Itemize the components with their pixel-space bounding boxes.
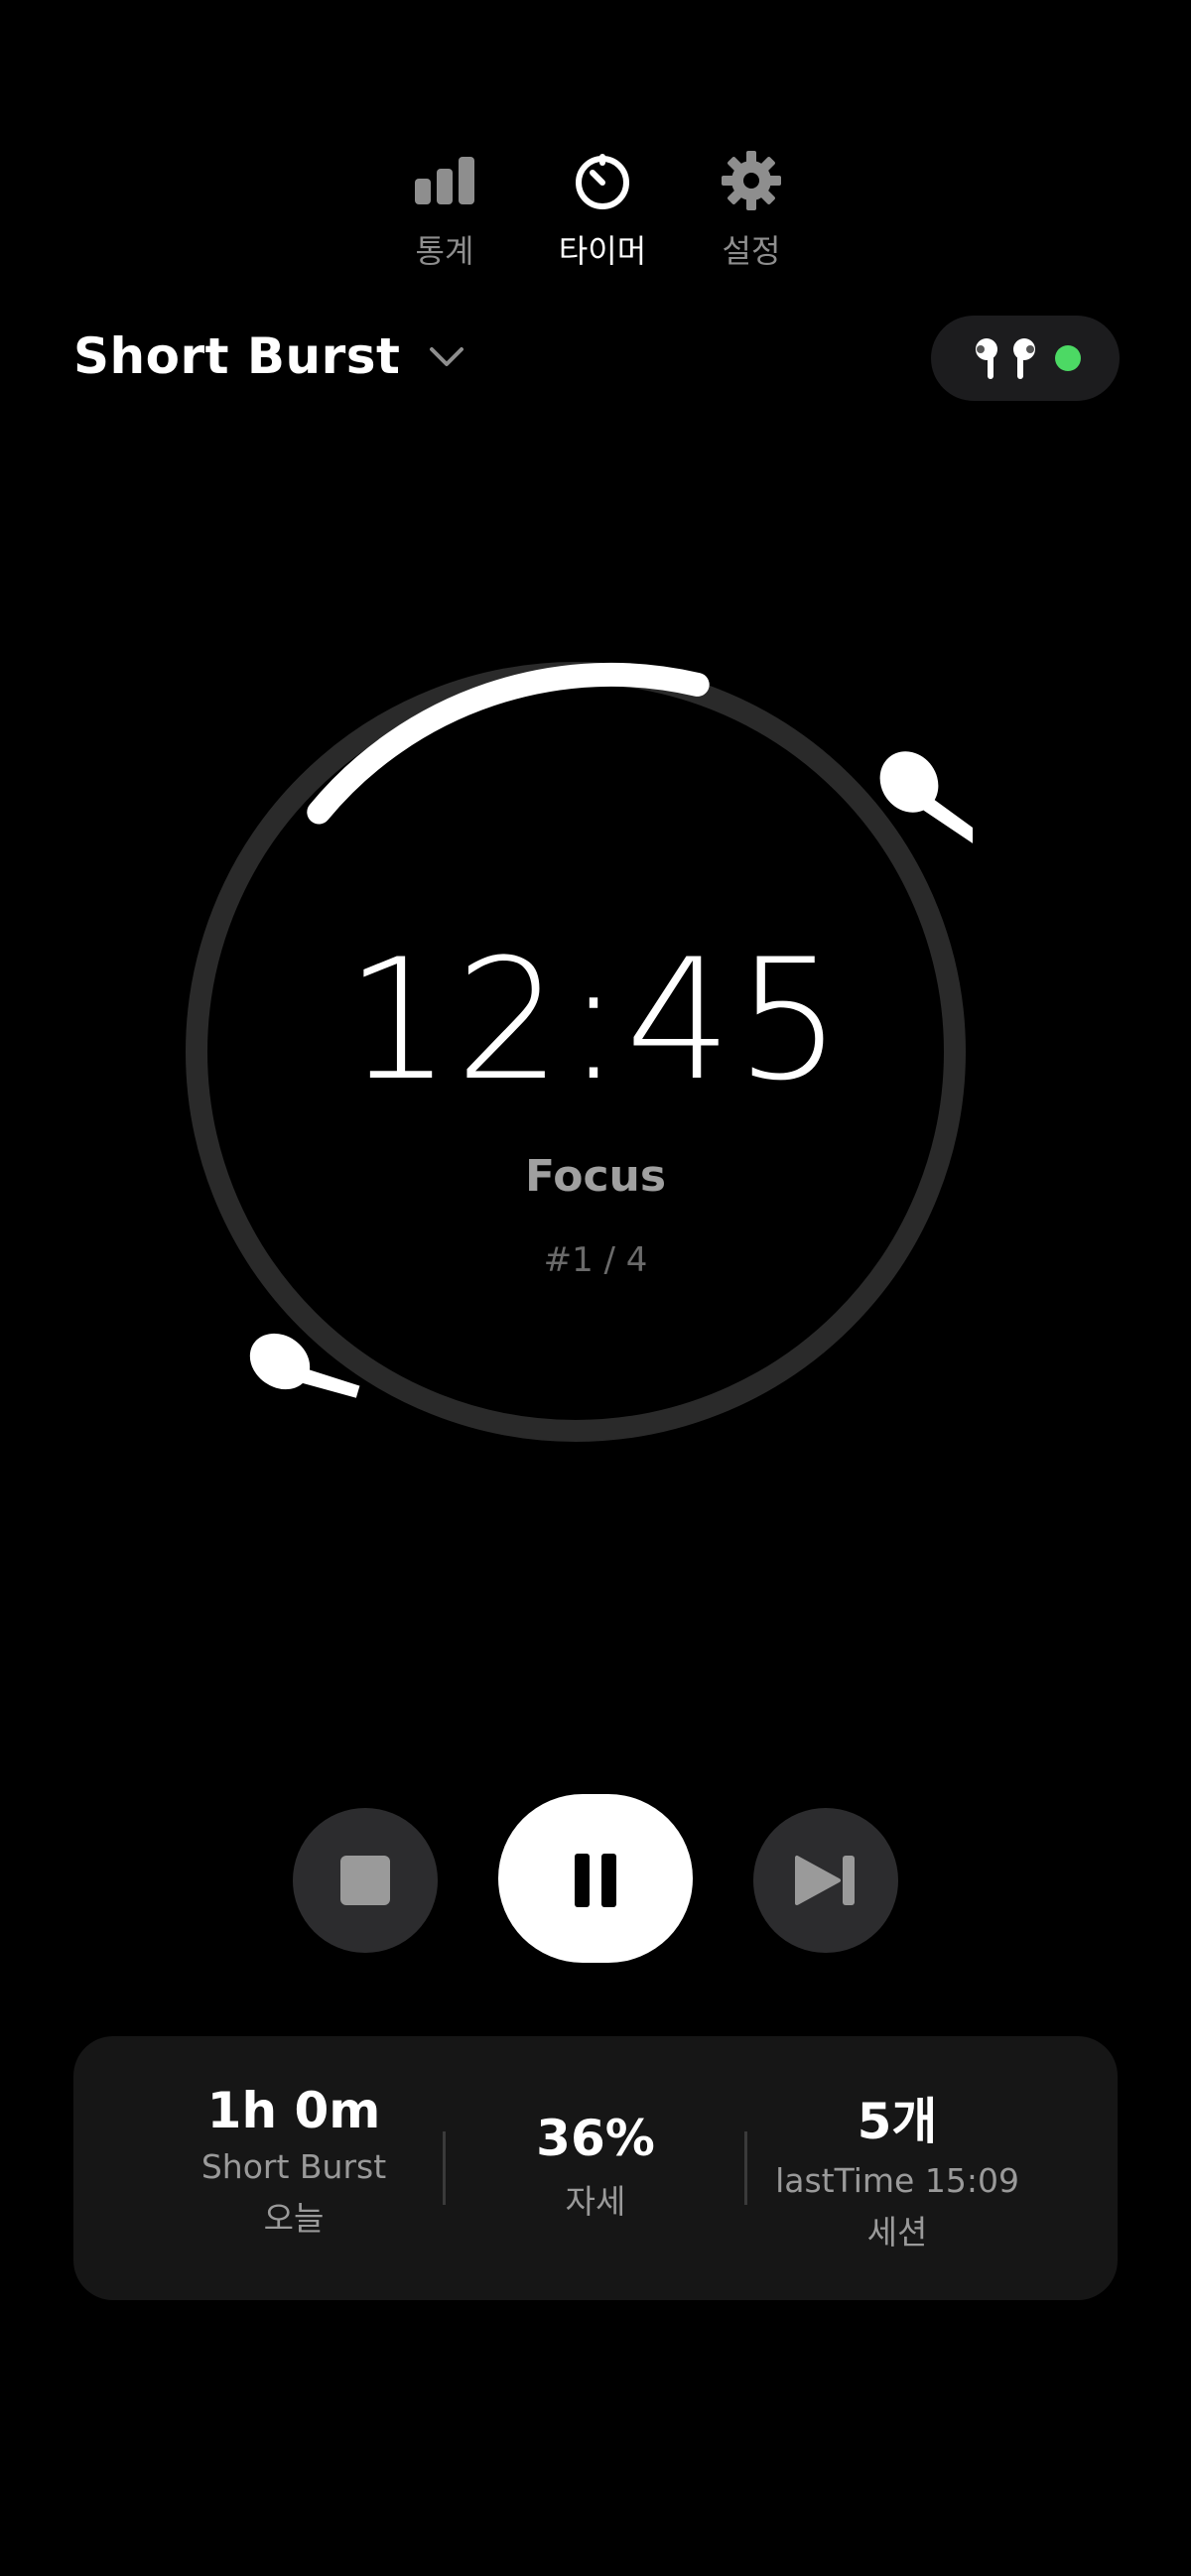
stat-today-label: 오늘: [263, 2199, 325, 2238]
tab-stats-label: 통계: [415, 232, 474, 270]
tab-timer[interactable]: 타이머: [533, 149, 672, 272]
stop-button[interactable]: [293, 1808, 438, 1953]
stat-today-total: 1h 0m: [206, 2082, 381, 2139]
stat-divider: [443, 2131, 446, 2205]
stat-divider: [744, 2131, 747, 2205]
right-earbud-marker: [879, 751, 973, 845]
connection-status-dot: [1055, 345, 1081, 371]
skip-forward-icon: [795, 1856, 855, 1905]
tab-timer-label: 타이머: [558, 232, 647, 270]
device-status-pill[interactable]: [931, 316, 1120, 401]
timer-icon: [576, 154, 629, 209]
stat-today-preset: Short Burst: [200, 2147, 387, 2186]
stat-sessions-last: lastTime 15:09: [775, 2161, 1019, 2200]
stat-sessions-value: 5개: [857, 2093, 938, 2150]
session-counter: #1 / 4: [543, 1240, 648, 1280]
top-nav: 통계 타이머 설정: [0, 149, 1191, 278]
preset-selector[interactable]: Short Burst: [73, 327, 467, 385]
stats-card: 1h 0m Short Burst 오늘 36% 자세 5개 lastTime …: [73, 2036, 1118, 2300]
tab-settings[interactable]: 설정: [682, 149, 821, 272]
ring-progress: [307, 662, 710, 825]
phase-label: Focus: [524, 1151, 667, 1202]
pause-button[interactable]: [498, 1794, 693, 1963]
stat-posture: 36% 자세: [447, 2110, 744, 2223]
stat-today: 1h 0m Short Burst 오늘: [145, 2082, 443, 2240]
preset-name: Short Burst: [73, 327, 401, 385]
stat-posture-label: 자세: [565, 2182, 626, 2221]
stat-sessions: 5개 lastTime 15:09 세션: [748, 2082, 1046, 2254]
stop-icon: [340, 1856, 390, 1905]
bar-chart-icon: [415, 157, 474, 204]
chevron-down-icon: [430, 347, 464, 366]
stat-posture-value: 36%: [536, 2110, 655, 2167]
tab-stats[interactable]: 통계: [375, 149, 514, 272]
timer-display: 12:45: [344, 923, 847, 1117]
gear-icon: [722, 151, 781, 210]
tab-settings-label: 설정: [722, 232, 781, 270]
stat-sessions-label: 세션: [866, 2213, 928, 2252]
skip-button[interactable]: [753, 1808, 898, 1953]
earbuds-icon: [976, 338, 1035, 379]
